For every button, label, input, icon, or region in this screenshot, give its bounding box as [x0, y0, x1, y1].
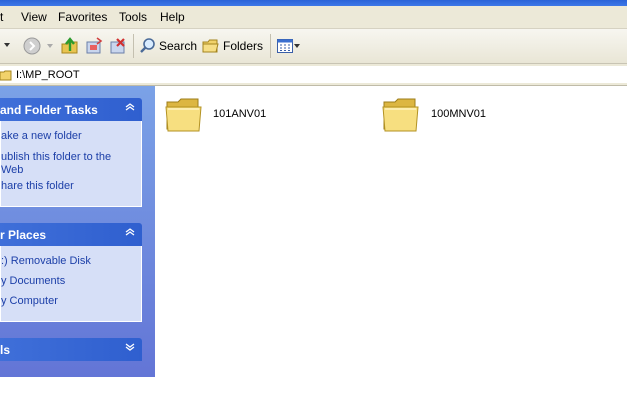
folder-icon[interactable]: [381, 94, 421, 134]
toolbar: Search Folders: [0, 29, 627, 64]
details-header[interactable]: ls: [0, 338, 142, 361]
my-documents-link[interactable]: y Documents: [1, 275, 139, 288]
collapse-chevron-icon[interactable]: [123, 102, 136, 115]
removable-disk-link[interactable]: :) Removable Disk: [1, 255, 139, 268]
toolbar-separator: [133, 34, 134, 58]
folder-name[interactable]: 100MNV01: [431, 108, 486, 120]
collapse-chevron-icon[interactable]: [123, 227, 136, 240]
views-icon[interactable]: [277, 38, 293, 54]
share-folder-link[interactable]: hare this folder: [1, 180, 139, 193]
folders-button[interactable]: Folders: [223, 39, 263, 53]
up-folder-icon[interactable]: [60, 36, 80, 56]
search-button[interactable]: Search: [159, 39, 197, 53]
pane-footer: [0, 377, 155, 411]
toolbar-separator: [270, 34, 271, 58]
other-places-header[interactable]: r Places: [0, 223, 142, 246]
panel-title: and Folder Tasks: [0, 103, 98, 117]
menu-bar: t View Favorites Tools Help: [0, 6, 627, 29]
views-dropdown-icon[interactable]: [293, 41, 301, 51]
publish-folder-link[interactable]: ublish this folder to the Web: [1, 151, 121, 177]
panel-title: r Places: [0, 228, 47, 242]
file-view: 101ANV01 100MNV01: [156, 86, 627, 411]
search-icon[interactable]: [139, 37, 157, 55]
forward-dropdown-icon[interactable]: [46, 41, 54, 51]
copy-to-icon[interactable]: [108, 36, 128, 56]
expand-chevron-icon[interactable]: [123, 342, 136, 355]
menu-favorites[interactable]: Favorites: [58, 10, 107, 24]
file-folder-tasks-panel: ake a new folder ublish this folder to t…: [0, 121, 142, 207]
move-to-icon[interactable]: [84, 36, 104, 56]
panel-title: ls: [0, 343, 11, 357]
other-places-panel: :) Removable Disk y Documents y Computer: [0, 246, 142, 322]
my-computer-link[interactable]: y Computer: [1, 295, 139, 308]
folders-icon[interactable]: [202, 37, 220, 55]
make-new-folder-link[interactable]: ake a new folder: [1, 130, 139, 143]
folder-name[interactable]: 101ANV01: [213, 108, 266, 120]
back-dropdown-icon[interactable]: [2, 39, 12, 51]
file-folder-tasks-header[interactable]: and Folder Tasks: [0, 98, 142, 121]
menu-help[interactable]: Help: [160, 10, 185, 24]
menu-file[interactable]: t: [0, 10, 3, 24]
folder-icon: [0, 69, 12, 84]
address-path: I:\MP_ROOT: [16, 69, 80, 81]
forward-icon[interactable]: [22, 37, 42, 55]
task-pane: and Folder Tasks ake a new folder ublish…: [0, 86, 155, 377]
address-bar: I:\MP_ROOT: [0, 64, 627, 86]
folder-icon[interactable]: [164, 94, 204, 134]
menu-tools[interactable]: Tools: [119, 10, 147, 24]
menu-view[interactable]: View: [21, 10, 47, 24]
address-field[interactable]: I:\MP_ROOT: [0, 66, 627, 83]
